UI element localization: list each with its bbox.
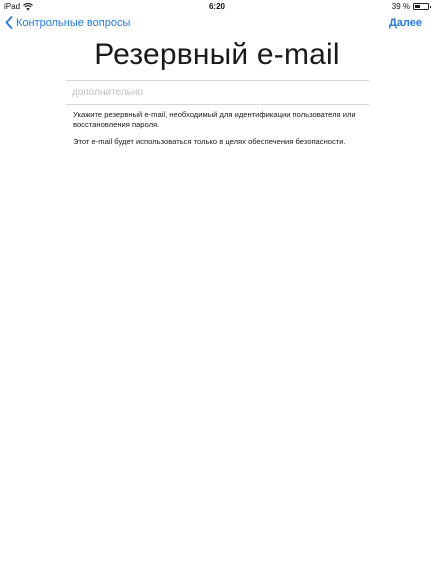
chevron-left-icon (5, 16, 13, 29)
status-bar: iPad 6:20 39 % (0, 0, 434, 13)
next-button[interactable]: Далее (389, 17, 422, 29)
page-title: Резервный e-mail (94, 38, 340, 71)
nav-bar: Контрольные вопросы Далее (0, 13, 434, 35)
battery-icon (413, 3, 431, 10)
divider-top (66, 80, 369, 81)
battery-fill (415, 5, 420, 8)
security-note-text: Этот e-mail будет использоваться только … (73, 137, 346, 146)
status-time: 6:20 (208, 2, 225, 11)
status-right: 39 % (391, 2, 431, 11)
backup-email-field[interactable] (70, 84, 370, 101)
battery-percent: 39 % (391, 2, 410, 11)
back-button-label: Контрольные вопросы (16, 16, 131, 29)
description-text: Укажите резервный e-mail, необходимый дл… (73, 110, 356, 129)
divider-bottom (66, 104, 369, 105)
back-button[interactable]: Контрольные вопросы (5, 16, 130, 29)
